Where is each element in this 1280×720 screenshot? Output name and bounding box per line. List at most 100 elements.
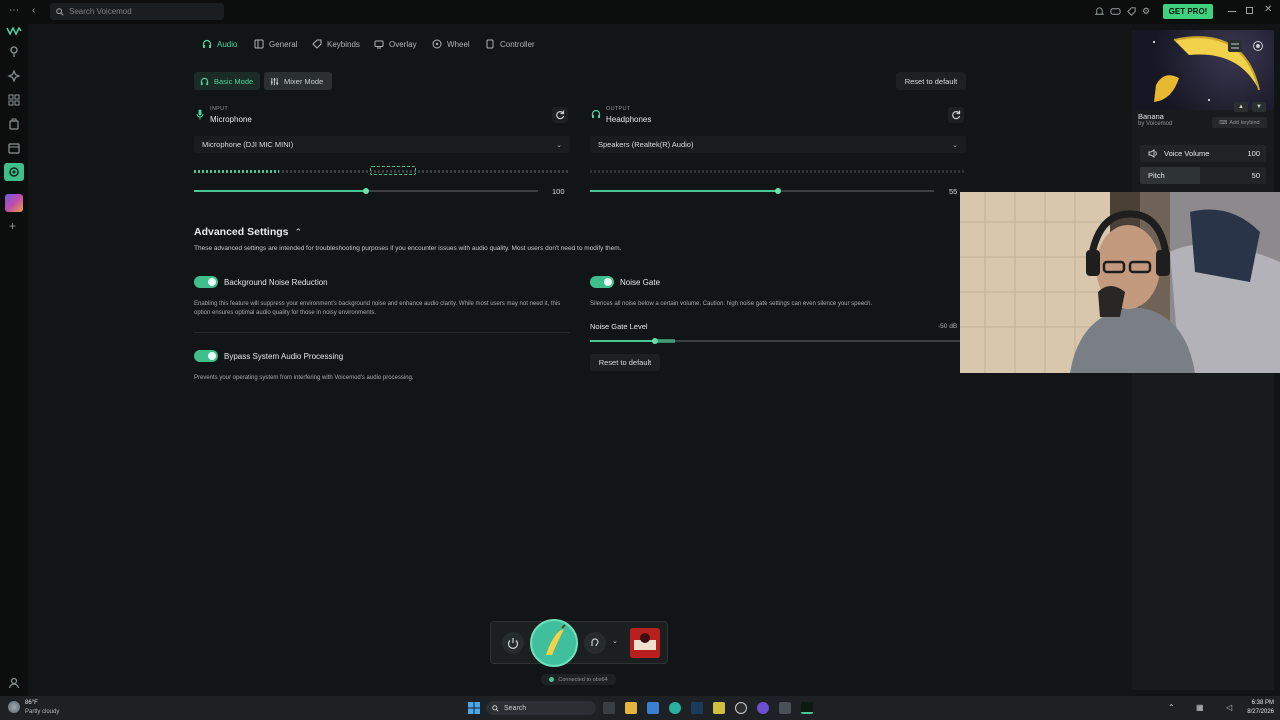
search-input[interactable]: Search Voicemod: [50, 3, 224, 20]
connection-status: Connected to obs64: [541, 674, 616, 685]
bypass-toggle[interactable]: [194, 350, 218, 362]
status-dot: [549, 677, 555, 682]
weather-desc: Partly cloudy: [25, 709, 60, 715]
taskbar-search[interactable]: Search: [486, 701, 596, 715]
headphones-icon: [202, 39, 212, 48]
basic-mode-button[interactable]: Basic Mode: [194, 72, 260, 90]
microphone-icon: [196, 109, 204, 120]
reset-to-default-button[interactable]: Reset to default: [896, 72, 966, 90]
voices-icon[interactable]: [7, 45, 21, 59]
bg-noise-label: Background Noise Reduction: [224, 278, 328, 287]
network-icon[interactable]: ▦: [1196, 703, 1206, 713]
get-pro-button[interactable]: GET PRO!: [1163, 4, 1213, 19]
advanced-settings-title: Advanced Settings: [194, 226, 289, 238]
output-device-select[interactable]: Speakers (Realtek(R) Audio) ⌄: [590, 136, 966, 153]
mixer-mode-button[interactable]: Mixer Mode: [264, 72, 332, 90]
voice-volume-label: Voice Volume: [1164, 149, 1210, 158]
input-small-label: INPUT: [210, 106, 228, 112]
app-icon: [254, 39, 264, 49]
search-placeholder: Search Voicemod: [69, 7, 132, 16]
search-icon: [56, 7, 64, 16]
apps-icon[interactable]: [7, 93, 21, 107]
output-volume-handle[interactable]: [775, 188, 781, 194]
browser-icon[interactable]: [757, 702, 769, 714]
phone-icon: [486, 39, 494, 49]
tab-overlay[interactable]: Overlay: [374, 38, 417, 50]
tab-wheel[interactable]: Wheel: [432, 38, 470, 50]
windows-start-icon[interactable]: [468, 702, 480, 714]
discord-icon[interactable]: [1110, 6, 1121, 17]
pitch-value: 50: [1251, 171, 1260, 180]
edge-icon[interactable]: [669, 702, 681, 714]
soundboard-thumbnail[interactable]: [630, 628, 660, 658]
hear-myself-button[interactable]: [584, 632, 606, 654]
voice-volume-slider[interactable]: Voice Volume 100: [1140, 145, 1266, 162]
voicemod-taskbar-icon[interactable]: [801, 702, 813, 714]
bell-icon[interactable]: [1094, 6, 1105, 17]
steam-icon[interactable]: [691, 702, 703, 714]
power-button[interactable]: [502, 632, 524, 654]
advanced-settings-header[interactable]: Advanced Settings ⌃: [194, 226, 302, 238]
windows-taskbar: [0, 696, 1280, 720]
refresh-output-icon[interactable]: [948, 107, 964, 123]
panel-settings-icon[interactable]: [1228, 40, 1242, 52]
chevron-up-icon: ⌃: [294, 226, 303, 237]
store-icon[interactable]: [647, 702, 659, 714]
settings-rail-button[interactable]: [4, 163, 24, 181]
speaker-icon: [1148, 149, 1158, 158]
input-device-select[interactable]: Microphone (DJI MIC MINI) ⌄: [194, 136, 570, 153]
tab-general[interactable]: General: [254, 38, 297, 50]
more-menu-icon[interactable]: ⋯: [9, 6, 21, 18]
current-voice-button[interactable]: [530, 619, 578, 667]
noise-gate-fill: [590, 340, 655, 342]
bg-noise-desc: Enabling this feature will suppress your…: [194, 301, 561, 316]
volume-icon[interactable]: ◁: [1226, 703, 1236, 713]
tab-controller[interactable]: Controller: [485, 38, 535, 50]
output-label: Headphones: [606, 115, 652, 124]
add-keybind-button[interactable]: ⌨ Add keybind: [1212, 117, 1267, 128]
pitch-label: Pitch: [1148, 171, 1165, 180]
tag-icon: [312, 39, 322, 49]
input-volume-handle[interactable]: [363, 188, 369, 194]
obs-icon[interactable]: [735, 702, 747, 714]
search-icon: [492, 704, 499, 712]
file-explorer-icon[interactable]: [625, 702, 637, 714]
tray-chevron-icon[interactable]: ⌃: [1168, 703, 1175, 712]
refresh-input-icon[interactable]: [552, 107, 568, 123]
notes-icon[interactable]: [713, 702, 725, 714]
task-view-icon[interactable]: [603, 702, 615, 714]
bg-noise-toggle[interactable]: [194, 276, 218, 288]
thumbs-down-icon[interactable]: ▼: [1252, 102, 1266, 112]
back-arrow-icon[interactable]: ‹: [32, 6, 42, 18]
chevron-down-icon: ⌄: [952, 141, 958, 149]
noise-gate-toggle[interactable]: [590, 276, 614, 288]
tab-audio[interactable]: Audio: [202, 38, 237, 50]
weather-icon[interactable]: [8, 701, 20, 713]
calculator-icon[interactable]: [779, 702, 791, 714]
output-small-label: OUTPUT: [606, 106, 631, 112]
chevron-down-icon[interactable]: ⌄: [612, 637, 618, 645]
noise-gate-reset-button[interactable]: Reset to default: [590, 354, 660, 371]
tab-keybinds[interactable]: Keybinds: [312, 38, 360, 50]
soundboard-icon[interactable]: [7, 117, 21, 131]
tab-label: Controller: [500, 39, 535, 49]
panel-target-icon[interactable]: [1252, 40, 1264, 52]
maximize-icon[interactable]: [1246, 7, 1253, 14]
tag-icon[interactable]: [1126, 6, 1137, 17]
output-volume-value[interactable]: 55: [949, 187, 957, 196]
pitch-slider[interactable]: Pitch 50: [1140, 167, 1266, 184]
close-icon[interactable]: ✕: [1264, 5, 1272, 15]
taskbar-time: 6:38 PM: [1251, 700, 1274, 706]
account-icon[interactable]: [7, 676, 21, 690]
add-icon[interactable]: +: [9, 220, 16, 232]
keyboard-icon: ⌨: [1219, 119, 1228, 126]
sliders-icon: [270, 77, 279, 85]
user-avatar[interactable]: [5, 194, 23, 212]
store-icon[interactable]: [7, 141, 21, 155]
settings-icon[interactable]: ⚙: [1142, 6, 1153, 17]
input-volume-value[interactable]: 100: [552, 187, 565, 196]
chevron-down-icon: ⌄: [556, 141, 562, 149]
sparkle-icon[interactable]: [7, 69, 21, 83]
thumbs-up-icon[interactable]: ▲: [1234, 102, 1248, 112]
minimize-icon[interactable]: [1228, 11, 1236, 12]
